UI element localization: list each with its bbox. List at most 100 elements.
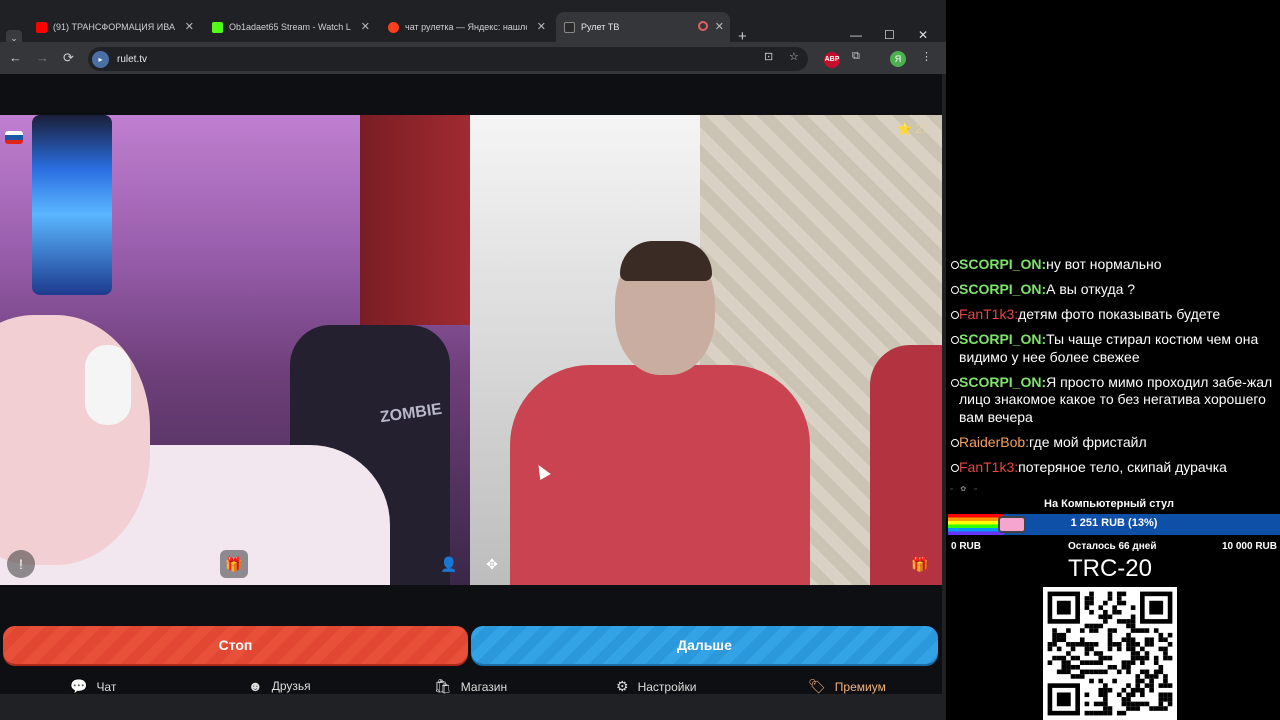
qr-module <box>1089 623 1094 629</box>
qr-module <box>1070 655 1076 661</box>
youtube-icon <box>36 21 47 33</box>
site-info-icon[interactable]: ▸ <box>92 50 109 68</box>
game-button[interactable]: ✥ <box>478 550 506 578</box>
qr-module <box>1047 660 1053 665</box>
qr-module <box>1098 710 1104 716</box>
qr-module <box>1126 706 1131 711</box>
goal-remaining: Осталось 66 дней <box>1068 541 1157 552</box>
tab-close-icon[interactable]: ✕ <box>361 20 370 33</box>
tab-youtube[interactable]: (91) ТРАНСФОРМАЦИЯ ИВАН... ✕ <box>28 12 200 42</box>
qr-module <box>1107 687 1113 693</box>
tab-rulet[interactable]: Рулет ТВ ✕ <box>556 12 730 42</box>
qr-module <box>1149 674 1154 679</box>
profile-avatar[interactable]: Я <box>890 51 906 67</box>
qr-module <box>1158 664 1164 670</box>
tab-close-icon[interactable]: ✕ <box>185 20 194 33</box>
nav-label: Друзья <box>271 679 311 693</box>
next-button[interactable]: Дальше <box>471 626 938 664</box>
qr-module <box>1135 674 1141 679</box>
qr-module <box>1075 655 1080 661</box>
qr-module <box>1103 655 1108 661</box>
gift-send-button[interactable]: 🎁 <box>906 550 934 578</box>
maximize-button[interactable]: ☐ <box>884 28 895 42</box>
qr-module <box>1149 687 1154 693</box>
qr-module <box>1084 600 1090 606</box>
menu-icon[interactable]: ⋮ <box>921 50 932 63</box>
lamp <box>32 115 112 295</box>
qr-module <box>1135 628 1141 633</box>
qr-module <box>1144 642 1150 647</box>
qr-module <box>1098 701 1104 707</box>
qr-module <box>1075 664 1080 670</box>
nav-chat[interactable]: 💬 Чат <box>70 678 116 695</box>
profile-button[interactable]: 👤 <box>435 550 463 578</box>
qr-module <box>1144 628 1150 633</box>
stream-chat: SCORPI_ON:ну вот нормально SCORPI_ON:А в… <box>946 244 1280 484</box>
qr-module <box>1093 651 1099 656</box>
adblock-icon[interactable]: ABP <box>824 52 840 68</box>
qr-module <box>1126 637 1131 643</box>
goal-min: 0 RUB <box>951 541 982 552</box>
forward-button[interactable]: → <box>36 50 49 65</box>
qr-module <box>1103 683 1108 688</box>
tab-yandex[interactable]: чат рулетка — Яндекс: нашло... ✕ <box>380 12 552 42</box>
qr-module <box>1121 697 1127 702</box>
tab-strip: ⌄ (91) ТРАНСФОРМАЦИЯ ИВАН... ✕ Ob1adaet6… <box>0 12 946 46</box>
chat-text: детям фото показывать будете <box>1018 306 1221 322</box>
qr-module <box>1084 669 1090 675</box>
qr-module <box>1130 687 1136 693</box>
chat-username: RaiderBob: <box>959 433 1030 450</box>
qr-module <box>1167 683 1173 688</box>
qr-module <box>1135 655 1141 661</box>
nav-premium[interactable]: 🏷 Премиум <box>808 678 886 695</box>
back-button[interactable]: ← <box>9 50 22 65</box>
report-button[interactable]: ! <box>7 550 35 578</box>
qr-module <box>1121 701 1127 707</box>
qr-module <box>1121 660 1127 665</box>
qr-module <box>1130 706 1136 711</box>
rating-badge: ⭐ 27 <box>897 122 929 136</box>
qr-module <box>1103 609 1108 615</box>
flag-stripe-red <box>5 139 23 144</box>
qr-module <box>1121 664 1127 670</box>
tab-kick[interactable]: Ob1adaet65 Stream - Watch L... ✕ <box>204 12 376 42</box>
qr-module <box>1140 701 1145 707</box>
install-app-icon[interactable]: ⊡ <box>764 50 773 63</box>
qr-module <box>1084 692 1090 698</box>
nav-shop[interactable]: 🛍 Магазин <box>434 678 507 695</box>
qr-module <box>1093 660 1099 665</box>
tab-close-icon[interactable]: ✕ <box>537 20 546 33</box>
qr-module <box>1066 642 1071 647</box>
widget-icons: ▫ ✿ ▫ <box>950 486 980 493</box>
qr-module <box>1089 591 1094 597</box>
qr-module <box>1089 628 1094 633</box>
qr-module <box>1140 692 1145 698</box>
tab-close-icon[interactable]: ✕ <box>715 20 724 33</box>
shop-icon: 🛍 <box>434 678 452 694</box>
stop-button[interactable]: Стоп <box>3 626 468 664</box>
recording-icon <box>698 21 708 31</box>
qr-module <box>1052 655 1057 661</box>
qr-module <box>1149 706 1154 711</box>
nav-friends[interactable]: ☻ Друзья <box>248 678 311 694</box>
qr-module <box>1135 706 1141 711</box>
qr-finder <box>1056 692 1071 707</box>
qr-module <box>1167 632 1173 638</box>
qr-module <box>1140 628 1145 633</box>
qr-module <box>1061 637 1067 643</box>
qr-module <box>1140 678 1145 684</box>
browser-toolbar: ← → ⟳ ▸ rulet.tv ⊡ ☆ ABP ⧉ Я ⋮ <box>0 42 946 74</box>
qr-module <box>1116 596 1122 601</box>
close-window-button[interactable]: ✕ <box>918 28 928 42</box>
qr-module <box>1066 669 1071 675</box>
tab-title: Ob1adaet65 Stream - Watch L... <box>229 22 351 32</box>
minimize-button[interactable]: — <box>850 28 862 42</box>
qr-module <box>1130 651 1136 656</box>
bookmark-star-icon[interactable]: ☆ <box>789 50 799 63</box>
extensions-icon[interactable]: ⧉ <box>852 50 860 63</box>
nav-settings[interactable]: ⚙ Настройки <box>616 678 696 695</box>
address-bar[interactable]: ▸ rulet.tv <box>88 47 808 71</box>
qr-code <box>1043 587 1177 720</box>
reload-button[interactable]: ⟳ <box>63 50 74 66</box>
gift-button[interactable]: 🎁 <box>220 550 248 578</box>
